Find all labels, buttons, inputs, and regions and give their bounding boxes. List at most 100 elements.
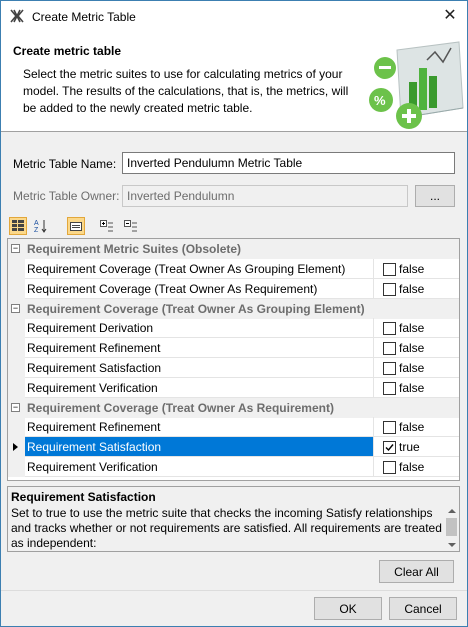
- value-cell[interactable]: false: [373, 378, 459, 398]
- header-panel: Create metric table Select the metric su…: [1, 31, 467, 132]
- table-row[interactable]: Requirement Refinement false: [8, 338, 459, 358]
- browse-owner-button[interactable]: ...: [415, 185, 455, 207]
- current-row-arrow-icon: [13, 443, 18, 451]
- value-cell[interactable]: false: [373, 358, 459, 378]
- table-row[interactable]: Requirement Coverage (Treat Owner As Req…: [8, 279, 459, 299]
- table-row[interactable]: Requirement Coverage (Treat Owner As Gro…: [8, 259, 459, 279]
- sort-az-icon: A Z: [34, 220, 47, 233]
- checkbox-value: false: [399, 321, 425, 335]
- checkbox-value: false: [399, 262, 425, 276]
- row-gutter: [8, 437, 25, 457]
- window-title: Create Metric Table: [32, 10, 136, 24]
- app-icon: [10, 9, 24, 23]
- scroll-down-icon[interactable]: [448, 543, 456, 547]
- group-title: Requirement Metric Suites (Obsolete): [27, 242, 242, 256]
- expand-all-icon: [100, 220, 113, 232]
- value-cell[interactable]: false: [373, 259, 459, 279]
- row-label: Requirement Satisfaction: [25, 358, 373, 378]
- svg-text:A: A: [34, 220, 39, 227]
- value-cell[interactable]: false: [373, 318, 459, 338]
- checkbox-value: false: [399, 361, 425, 375]
- description-pane-icon: [70, 222, 82, 231]
- sort-alphabetically-button[interactable]: A Z: [32, 217, 50, 235]
- description-title: Requirement Satisfaction: [11, 490, 156, 504]
- metric-table-name-input[interactable]: Inverted Pendulumn Metric Table: [122, 152, 455, 174]
- collapse-all-button[interactable]: [122, 217, 140, 235]
- metric-table-owner-input[interactable]: Inverted Pendulumn: [122, 185, 408, 207]
- header-title: Create metric table: [13, 44, 122, 58]
- table-row-selected[interactable]: Requirement Satisfaction true: [8, 437, 459, 457]
- scroll-up-icon[interactable]: [448, 509, 456, 513]
- checkbox-value: true: [399, 440, 420, 454]
- description-panel: Requirement Satisfaction Set to true to …: [7, 486, 460, 552]
- collapse-toggle-icon[interactable]: −: [11, 244, 20, 253]
- row-label: Requirement Verification: [25, 378, 373, 398]
- name-label: Metric Table Name:: [13, 157, 117, 171]
- table-row[interactable]: Requirement Verification false: [8, 378, 459, 398]
- row-label: Requirement Verification: [25, 457, 373, 477]
- metric-suites-grid: − Requirement Metric Suites (Obsolete) R…: [7, 238, 460, 481]
- checkbox-checked[interactable]: [383, 441, 396, 454]
- checkbox[interactable]: [383, 362, 396, 375]
- row-gutter: [8, 457, 25, 477]
- group-header[interactable]: − Requirement Coverage (Treat Owner As G…: [8, 299, 459, 319]
- header-description: Select the metric suites to use for calc…: [23, 67, 349, 115]
- checkbox[interactable]: [383, 322, 396, 335]
- group-title: Requirement Coverage (Treat Owner As Req…: [27, 401, 334, 415]
- row-label: Requirement Satisfaction: [25, 437, 373, 457]
- categorized-view-button[interactable]: [9, 217, 27, 235]
- checkbox[interactable]: [383, 421, 396, 434]
- clear-all-button[interactable]: Clear All: [379, 560, 454, 583]
- collapse-all-icon: [124, 220, 137, 232]
- table-row[interactable]: Requirement Verification false: [8, 457, 459, 477]
- row-label: Requirement Refinement: [25, 417, 373, 437]
- row-label: Requirement Coverage (Treat Owner As Req…: [25, 279, 373, 299]
- description-scrollbar[interactable]: [444, 505, 459, 551]
- row-gutter: [8, 259, 25, 279]
- divider: [1, 590, 467, 591]
- group-header[interactable]: − Requirement Coverage (Treat Owner As R…: [8, 398, 459, 418]
- value-cell[interactable]: false: [373, 457, 459, 477]
- row-gutter: [8, 318, 25, 338]
- row-gutter: [8, 358, 25, 378]
- checkmark-icon: [385, 444, 394, 452]
- checkbox[interactable]: [383, 461, 396, 474]
- checkbox-value: false: [399, 341, 425, 355]
- description-text: Set to true to use the metric suite that…: [11, 506, 442, 550]
- svg-text:Z: Z: [34, 227, 39, 233]
- cancel-button[interactable]: Cancel: [389, 597, 457, 620]
- checkbox-value: false: [399, 460, 425, 474]
- table-row[interactable]: Requirement Refinement false: [8, 417, 459, 437]
- value-cell[interactable]: false: [373, 417, 459, 437]
- value-cell[interactable]: true: [373, 437, 459, 457]
- checkbox-value: false: [399, 420, 425, 434]
- checkbox[interactable]: [383, 342, 396, 355]
- row-label: Requirement Derivation: [25, 318, 373, 338]
- collapse-toggle-icon[interactable]: −: [11, 304, 20, 313]
- checkbox[interactable]: [383, 283, 396, 296]
- close-icon[interactable]: ✕: [437, 3, 463, 29]
- svg-text:%: %: [374, 93, 386, 108]
- table-row[interactable]: Requirement Satisfaction false: [8, 358, 459, 378]
- value-cell[interactable]: false: [373, 338, 459, 358]
- row-label: Requirement Coverage (Treat Owner As Gro…: [25, 259, 373, 279]
- group-header[interactable]: − Requirement Metric Suites (Obsolete): [8, 239, 459, 259]
- collapse-toggle-icon[interactable]: −: [11, 403, 20, 412]
- table-row[interactable]: Requirement Derivation false: [8, 318, 459, 338]
- checkbox-value: false: [399, 282, 425, 296]
- checkbox[interactable]: [383, 382, 396, 395]
- row-gutter: [8, 338, 25, 358]
- metric-table-graphic-icon: %: [369, 41, 464, 129]
- checkbox-value: false: [399, 381, 425, 395]
- row-label: Requirement Refinement: [25, 338, 373, 358]
- scroll-thumb[interactable]: [446, 518, 457, 536]
- categorized-icon: [12, 220, 24, 231]
- show-description-button[interactable]: [67, 217, 85, 235]
- owner-label: Metric Table Owner:: [13, 189, 120, 203]
- expand-all-button[interactable]: [98, 217, 116, 235]
- row-gutter: [8, 279, 25, 299]
- value-cell[interactable]: false: [373, 279, 459, 299]
- ok-button[interactable]: OK: [314, 597, 382, 620]
- checkbox[interactable]: [383, 263, 396, 276]
- title-bar: Create Metric Table ✕: [0, 0, 468, 31]
